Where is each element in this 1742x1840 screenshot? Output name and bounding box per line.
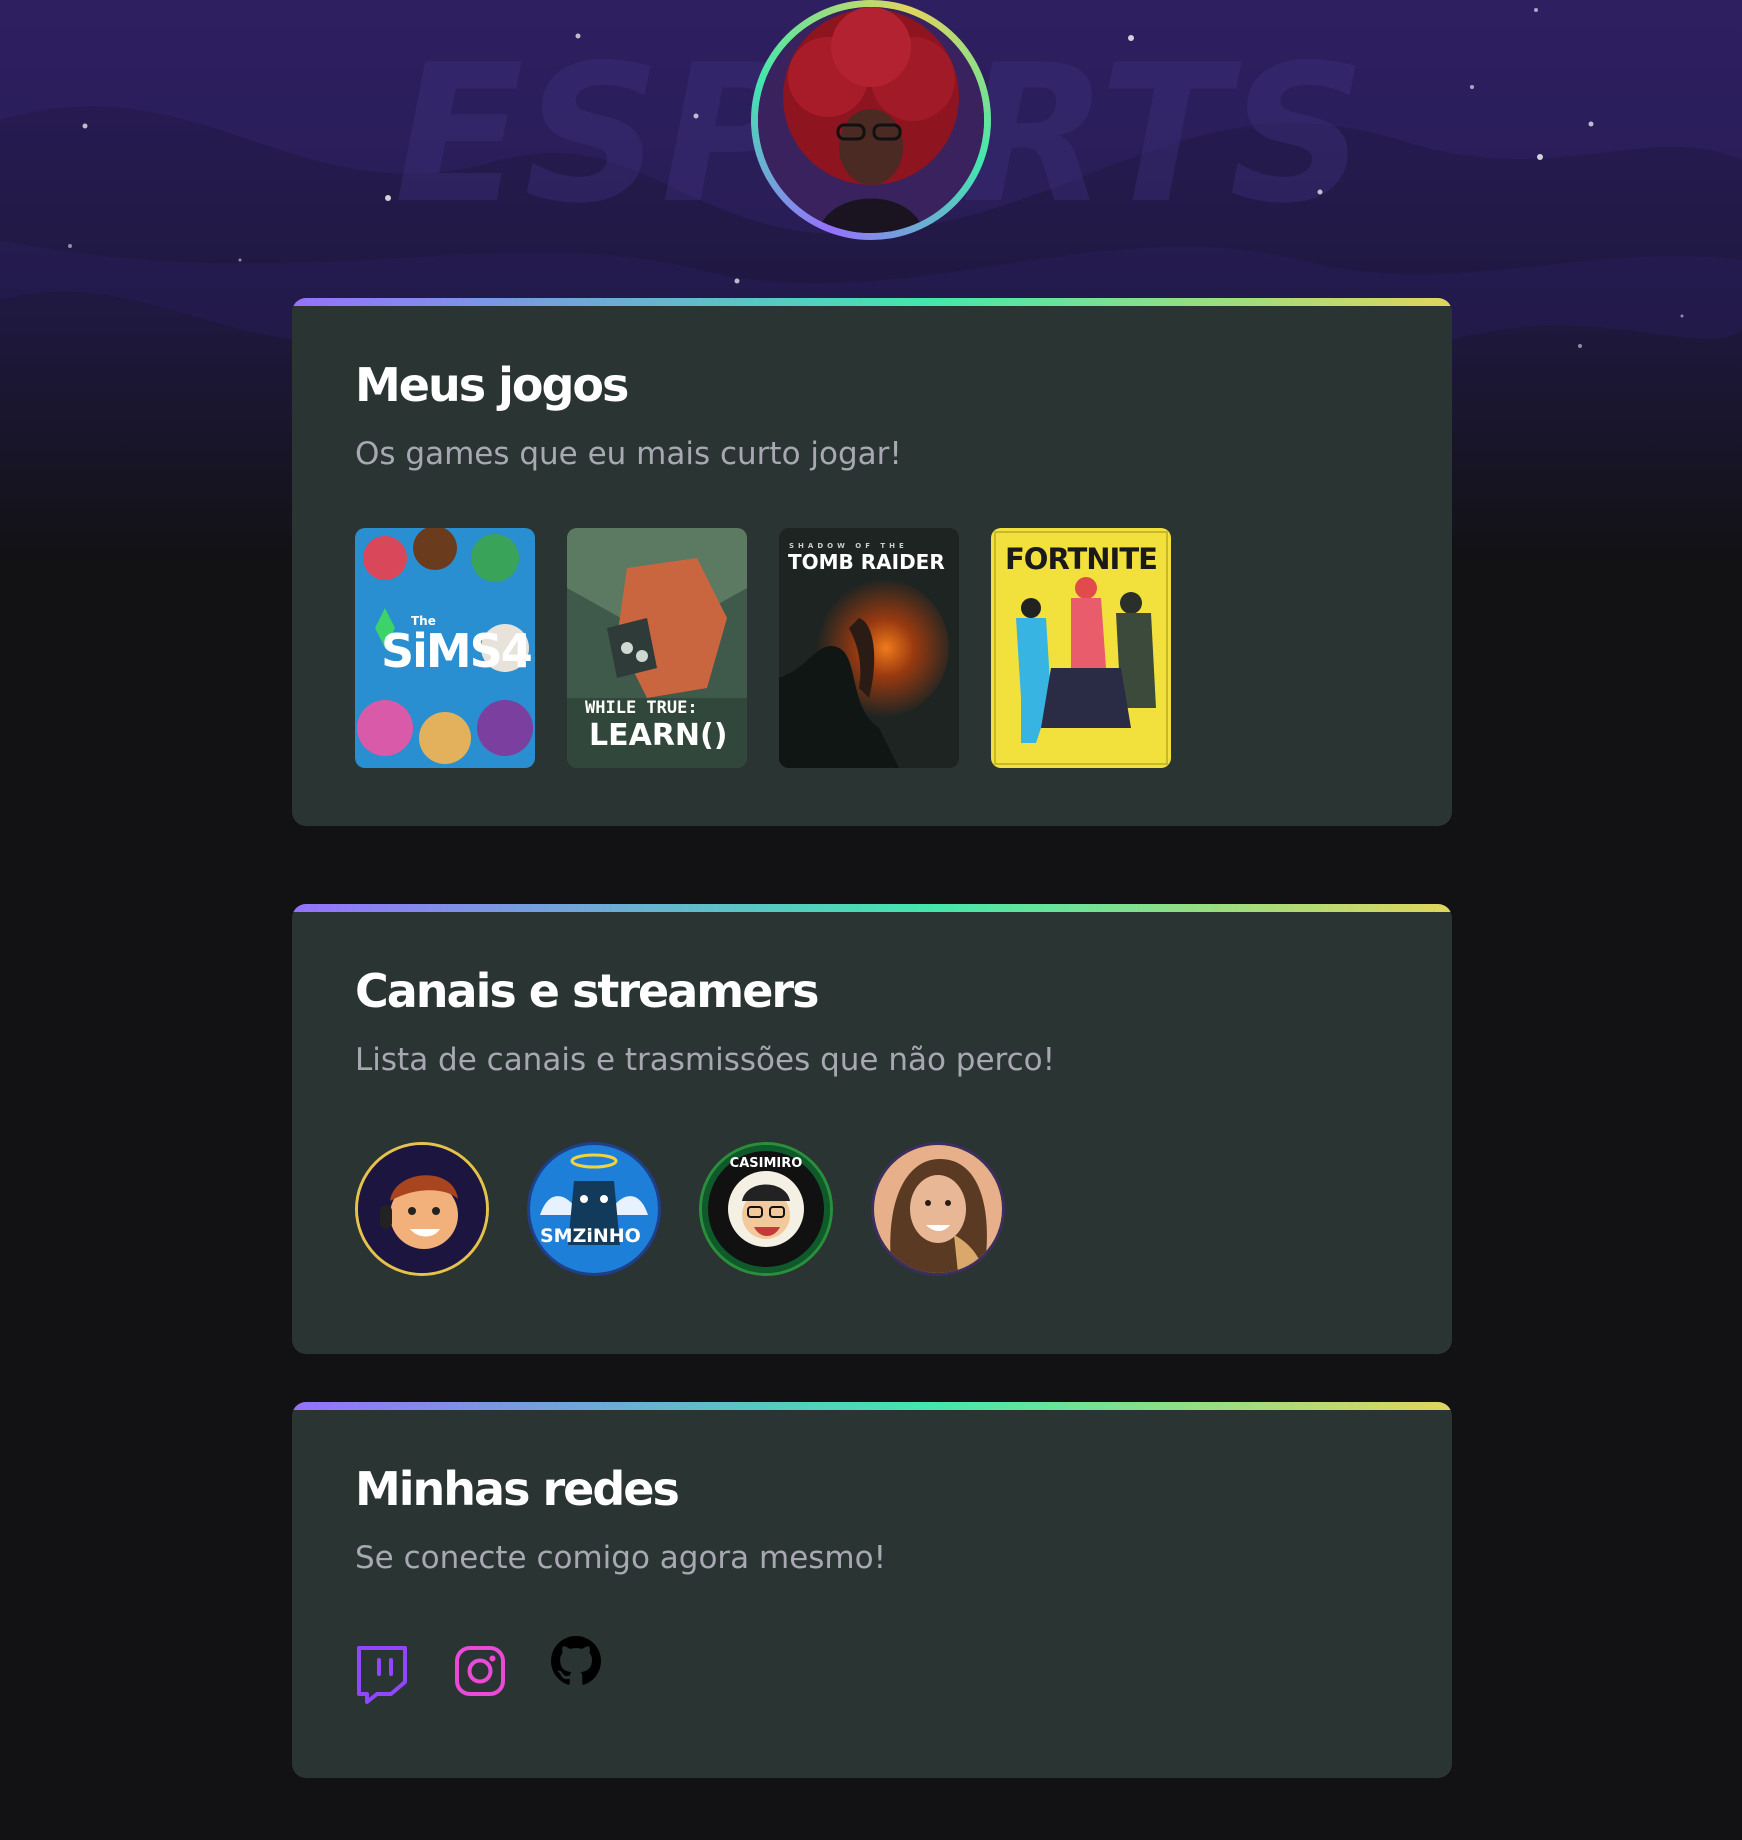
streamers-list: SMZiNHO CASIMIRO xyxy=(355,1142,1389,1276)
profile-photo xyxy=(758,7,984,233)
twitch-link[interactable] xyxy=(355,1644,409,1704)
games-subtitle: Os games que eu mais curto jogar! xyxy=(355,436,902,472)
tomb-small-label: SHADOW OF THE xyxy=(789,542,908,550)
instagram-icon xyxy=(455,1646,505,1696)
github-icon xyxy=(551,1636,601,1685)
game-cover-tomb-raider[interactable]: SHADOW OF THE TOMB RAIDER xyxy=(779,528,959,768)
twitch-icon xyxy=(357,1646,407,1704)
streamers-card: Canais e streamers Lista de canais e tra… xyxy=(292,904,1452,1354)
profile-avatar xyxy=(751,0,991,240)
instagram-link[interactable] xyxy=(453,1644,507,1698)
smzinho-label: SMZiNHO xyxy=(540,1225,641,1247)
streamers-title: Canais e streamers xyxy=(355,964,819,1018)
fortnite-cover-label: FORTNITE xyxy=(1005,542,1158,576)
tomb-cover-label: TOMB RAIDER xyxy=(788,550,945,574)
socials-list xyxy=(355,1634,1389,1704)
sims-cover-label: SiMS4 xyxy=(381,624,533,678)
games-title: Meus jogos xyxy=(355,358,629,412)
game-cover-sims4[interactable]: The SiMS4 xyxy=(355,528,535,768)
socials-title: Minhas redes xyxy=(355,1462,680,1516)
games-card: Meus jogos Os games que eu mais curto jo… xyxy=(292,298,1452,826)
svg-text:CASIMIRO: CASIMIRO xyxy=(730,1156,803,1171)
game-cover-fortnite[interactable]: FORTNITE xyxy=(991,528,1171,768)
streamer-avatar-4[interactable] xyxy=(871,1142,1005,1276)
streamer-avatar-smzinho[interactable]: SMZiNHO xyxy=(527,1142,661,1276)
github-link[interactable] xyxy=(551,1636,605,1690)
learn-small-label: WHILE TRUE: xyxy=(585,698,698,718)
learn-cover-label: LEARN() xyxy=(589,718,728,753)
game-cover-while-true-learn[interactable]: WHILE TRUE: LEARN() xyxy=(567,528,747,768)
streamer-avatar-1[interactable] xyxy=(355,1142,489,1276)
streamers-subtitle: Lista de canais e trasmissões que não pe… xyxy=(355,1042,1056,1078)
socials-card: Minhas redes Se conecte comigo agora mes… xyxy=(292,1402,1452,1778)
socials-subtitle: Se conecte comigo agora mesmo! xyxy=(355,1540,887,1576)
games-list: The SiMS4 WHILE TRUE: LEARN() SHADOW OF … xyxy=(355,528,1389,768)
streamer-avatar-casimiro[interactable]: CASIMIRO xyxy=(699,1142,833,1276)
